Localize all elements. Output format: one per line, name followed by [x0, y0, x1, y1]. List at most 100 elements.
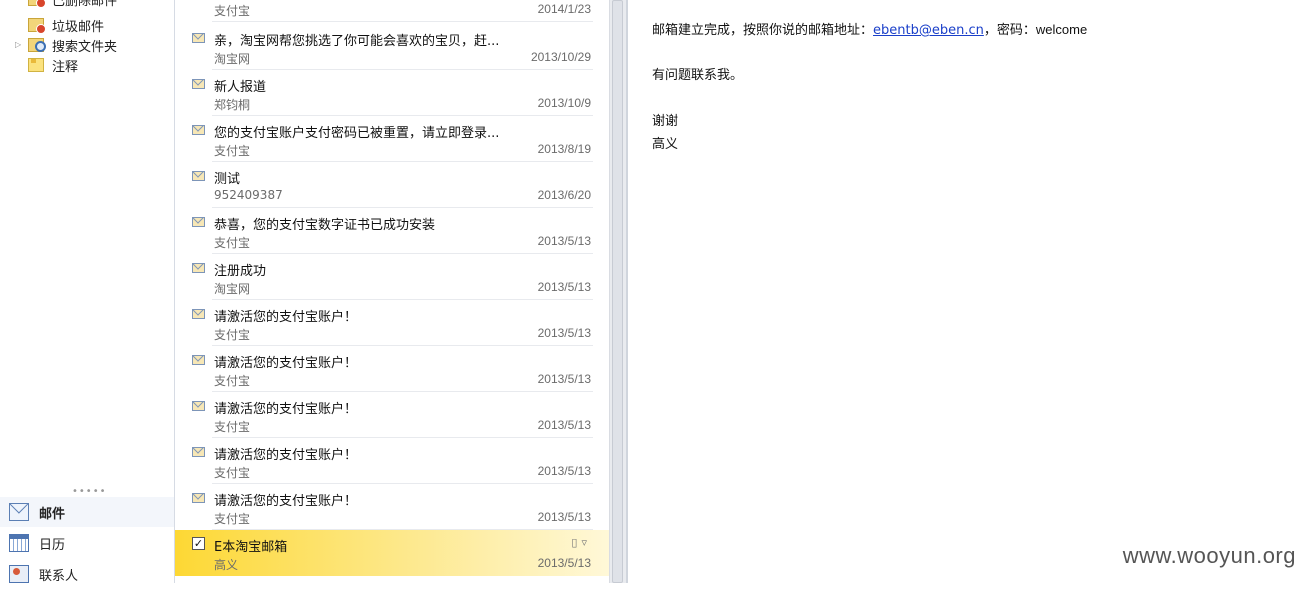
folder-notes[interactable]: 注释 [28, 56, 79, 75]
message-subject: 注册成功 [214, 264, 267, 279]
list-item-selected[interactable]: ✓ E本淘宝邮箱 ▯▿ 高义 2013/5/13 [175, 530, 609, 576]
list-item[interactable]: 新人报道 郑钧桐 2013/10/9 [175, 70, 609, 116]
message-subject: 您的支付宝账户支付密码已被重置，请立即登录... [214, 126, 500, 141]
message-date: 2013/6/20 [537, 188, 591, 202]
read-envelope-icon [192, 171, 205, 181]
list-item[interactable]: 注册成功 淘宝网 2013/5/13 [175, 254, 609, 300]
junk-mail-icon [28, 18, 46, 34]
read-envelope-icon [192, 309, 205, 319]
list-item[interactable]: 请激活您的支付宝账户！ 支付宝 2013/5/13 [175, 300, 609, 346]
list-item[interactable]: 支付宝 2014/1/23 [175, 0, 609, 22]
read-envelope-icon [192, 263, 205, 273]
watermark-text: www.wooyun.org [1122, 543, 1296, 568]
list-item[interactable]: 请激活您的支付宝账户！ 支付宝 2013/5/13 [175, 438, 609, 484]
notes-icon [28, 58, 44, 72]
expand-arrow-icon[interactable]: ▷ [15, 40, 21, 49]
message-date: 2013/5/13 [537, 510, 591, 524]
message-sender: 支付宝 [214, 512, 251, 526]
message-sender: 淘宝网 [214, 52, 251, 66]
message-subject: 请激活您的支付宝账户！ [214, 310, 358, 325]
message-sender: 952409387 [214, 188, 283, 202]
folder-junk-mail[interactable]: 垃圾邮件 [28, 16, 105, 35]
nav-button-mail[interactable]: 邮件 [0, 497, 174, 527]
list-item[interactable]: 测试 952409387 2013/6/20 [175, 162, 609, 208]
folder-label: 垃圾邮件 [52, 19, 105, 35]
signature: 高义 [652, 137, 679, 152]
message-date: 2013/5/13 [537, 326, 591, 340]
read-envelope-icon [192, 33, 205, 43]
message-sender: 支付宝 [214, 144, 251, 158]
mail-icon [9, 503, 29, 521]
message-subject: 请激活您的支付宝账户！ [214, 448, 358, 463]
message-sender: 支付宝 [214, 420, 251, 434]
body-text: ，密码： [983, 23, 1036, 38]
message-date: 2013/5/13 [537, 234, 591, 248]
read-envelope-icon [192, 447, 205, 457]
message-date: 2013/5/13 [537, 372, 591, 386]
message-date: 2013/5/13 [537, 418, 591, 432]
nav-button-contacts[interactable]: 联系人 [0, 559, 174, 589]
read-envelope-icon [192, 125, 205, 135]
message-date: 2013/10/9 [537, 96, 591, 110]
folder-label: 搜索文件夹 [52, 39, 118, 55]
search-folder-icon [28, 38, 46, 52]
message-sender: 郑钧桐 [214, 98, 251, 112]
calendar-icon [9, 534, 29, 552]
read-envelope-icon [192, 493, 205, 503]
email-link[interactable]: ebentb@eben.cn [873, 23, 984, 38]
message-date: 2013/10/29 [530, 50, 591, 64]
message-sender: 支付宝 [214, 236, 251, 250]
message-subject: 测试 [214, 172, 241, 187]
folder-deleted-items[interactable]: 已删除邮件 [28, 0, 118, 9]
message-list: 支付宝 2014/1/23 亲，淘宝网帮您挑选了你可能会喜欢的宝贝，赶... 淘… [175, 0, 609, 583]
nav-button-label: 邮件 [39, 506, 66, 522]
deleted-items-icon [28, 0, 46, 8]
list-item[interactable]: 请激活您的支付宝账户！ 支付宝 2013/5/13 [175, 346, 609, 392]
message-sender: 支付宝 [214, 4, 251, 18]
list-item[interactable]: 亲，淘宝网帮您挑选了你可能会喜欢的宝贝，赶... 淘宝网 2013/10/29 [175, 24, 609, 70]
read-envelope-icon [192, 217, 205, 227]
message-date: 2014/1/23 [537, 2, 591, 16]
body-line-3: 谢谢 [652, 114, 679, 129]
list-item[interactable]: 您的支付宝账户支付密码已被重置，请立即登录... 支付宝 2013/8/19 [175, 116, 609, 162]
password-text: welcome [1035, 22, 1088, 37]
nav-button-label: 联系人 [39, 568, 79, 584]
message-date: 2013/5/13 [537, 280, 591, 294]
message-subject: 亲，淘宝网帮您挑选了你可能会喜欢的宝贝，赶... [214, 34, 500, 49]
message-subject: 请激活您的支付宝账户！ [214, 494, 358, 509]
scrollbar-thumb[interactable] [612, 0, 623, 583]
message-subject: E本淘宝邮箱 [214, 540, 288, 555]
message-subject: 请激活您的支付宝账户！ [214, 356, 358, 371]
message-subject: 新人报道 [214, 80, 267, 95]
contacts-icon [9, 565, 29, 583]
message-sender: 支付宝 [214, 374, 251, 388]
body-line-2: 有问题联系我。 [652, 68, 744, 83]
message-list-scrollbar[interactable] [609, 0, 626, 583]
selection-checkbox[interactable]: ✓ [192, 537, 205, 550]
body-text: 邮箱建立完成，按照你说的邮箱地址： [652, 23, 874, 38]
message-sender: 支付宝 [214, 466, 251, 480]
folder-label: 注释 [52, 59, 79, 75]
list-item[interactable]: 恭喜，您的支付宝数字证书已成功安装 支付宝 2013/5/13 [175, 208, 609, 254]
reading-pane: 邮箱建立完成，按照你说的邮箱地址：ebentb@eben.cn，密码：welco… [628, 0, 1306, 583]
message-sender: 支付宝 [214, 328, 251, 342]
message-sender: 高义 [214, 558, 239, 572]
read-envelope-icon [192, 401, 205, 411]
message-date: 2013/5/13 [537, 464, 591, 478]
message-subject: 请激活您的支付宝账户！ [214, 402, 358, 417]
flag-icon[interactable]: ▯▿ [571, 536, 591, 549]
row-divider [212, 21, 593, 22]
message-date: 2013/8/19 [537, 142, 591, 156]
list-item[interactable]: 请激活您的支付宝账户！ 支付宝 2013/5/13 [175, 484, 609, 530]
message-sender: 淘宝网 [214, 282, 251, 296]
read-envelope-icon [192, 79, 205, 89]
body-line-1: 邮箱建立完成，按照你说的邮箱地址：ebentb@eben.cn，密码：welco… [652, 19, 1087, 38]
nav-resize-grip[interactable]: ••••• [72, 486, 106, 497]
navigation-pane: 已删除邮件 垃圾邮件 ▷ 搜索文件夹 注释 ••••• 邮件 日历 联系人 [0, 0, 175, 584]
message-subject: 恭喜，您的支付宝数字证书已成功安装 [214, 218, 436, 233]
nav-button-calendar[interactable]: 日历 [0, 528, 174, 558]
folder-label: 已删除邮件 [52, 0, 118, 9]
folder-search-folders[interactable]: 搜索文件夹 [28, 36, 118, 55]
read-envelope-icon [192, 355, 205, 365]
list-item[interactable]: 请激活您的支付宝账户！ 支付宝 2013/5/13 [175, 392, 609, 438]
